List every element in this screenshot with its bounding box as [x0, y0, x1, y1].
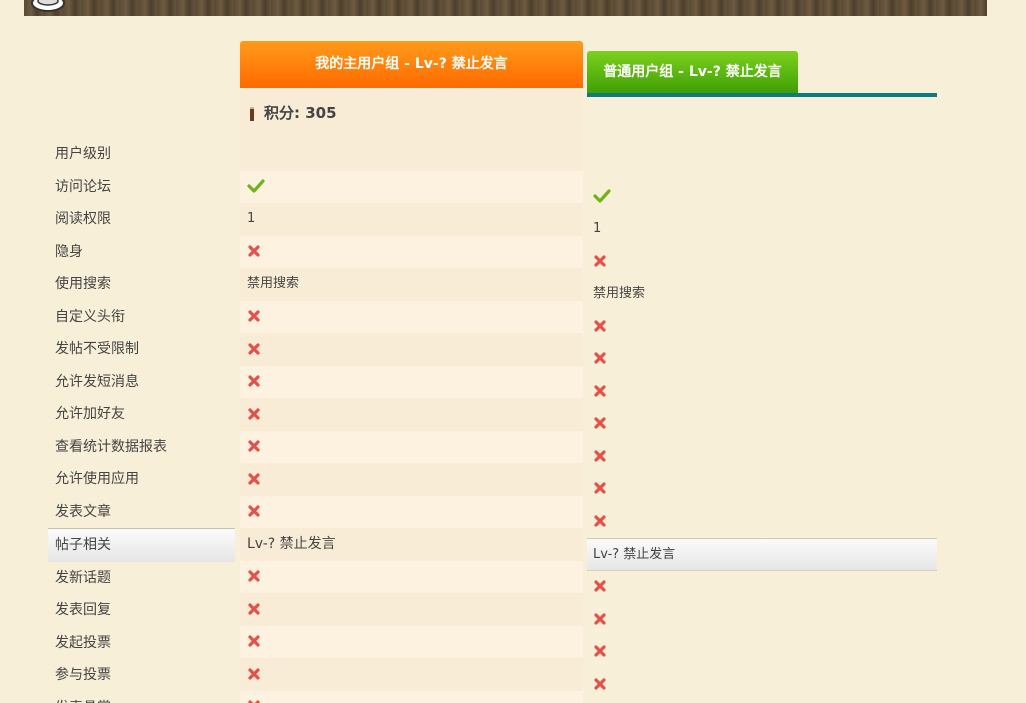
permission-label: 发表悬赏	[48, 692, 235, 703]
compare-value-cell	[587, 505, 937, 538]
tab-compare-group[interactable]: 普通用户组 - Lv-? 禁止发言	[587, 51, 798, 93]
my-value-cell	[240, 300, 583, 333]
section-label[interactable]: 帖子相关	[48, 528, 235, 562]
tab-my-group[interactable]: 我的主用户组 - Lv-? 禁止发言	[240, 41, 583, 88]
my-value-cell	[240, 365, 583, 398]
tab-underline	[587, 93, 937, 97]
check-icon	[593, 188, 611, 203]
cell-text: Lv-? 禁止发言	[593, 546, 676, 562]
compare-value-cell: 禁用搜索	[587, 278, 937, 311]
compare-value-cell	[587, 408, 937, 441]
cross-icon	[594, 319, 606, 332]
usergroup-page: 用户级别访问论坛阅读权限隐身使用搜索自定义头衔发帖不受限制 允许发短消息 允许加好友…	[0, 0, 1026, 703]
cross-icon	[248, 505, 260, 517]
my-value-cell	[240, 495, 583, 528]
my-value-cell	[240, 170, 583, 203]
cross-icon	[594, 612, 606, 625]
credits-row: 积分: 305	[240, 88, 583, 138]
cross-icon	[594, 580, 606, 592]
compare-value-cell	[587, 310, 937, 343]
compare-value-cell	[587, 375, 937, 408]
my-group-values: 1 禁用搜索 Lv-? 禁止发言	[240, 138, 583, 703]
cross-icon	[594, 417, 606, 429]
permission-labels: 用户级别访问论坛阅读权限隐身使用搜索自定义头衔发帖不受限制 允许发短消息 允许加好友…	[48, 138, 235, 703]
compare-value-cell	[587, 440, 937, 473]
cross-icon	[594, 352, 606, 364]
my-value-cell	[240, 593, 583, 626]
permission-label: 允许加好友	[55, 406, 125, 422]
my-value-cell	[240, 463, 583, 496]
cross-icon	[594, 449, 606, 462]
my-value-cell	[240, 625, 583, 658]
compare-group-values: 1 禁用搜索 Lv-? 禁止发言	[587, 180, 937, 701]
cross-icon	[594, 384, 606, 397]
permission-label: 查看统计数据报表	[55, 438, 167, 455]
cross-icon	[248, 635, 260, 647]
cell-text: 禁用搜索	[247, 276, 300, 291]
compare-value-cell	[587, 571, 937, 604]
cross-icon	[248, 602, 260, 615]
cross-icon	[594, 514, 606, 527]
cross-icon	[248, 472, 260, 485]
cross-icon	[248, 245, 260, 257]
my-value-cell	[240, 690, 583, 703]
permission-label: 发起投票	[55, 634, 111, 651]
cross-icon	[248, 440, 260, 452]
my-value-cell	[240, 138, 583, 171]
compare-group-header: 普通用户组 - Lv-? 禁止发言	[587, 51, 937, 97]
my-value-cell	[240, 560, 583, 593]
logo-icon[interactable]	[28, 0, 68, 12]
credits-label: 积分: 305	[264, 104, 337, 122]
compare-value-cell	[587, 636, 937, 669]
cross-icon	[594, 677, 606, 690]
my-value-cell	[240, 235, 583, 268]
cross-icon	[248, 570, 260, 582]
my-value-cell: 禁用搜索	[240, 268, 583, 301]
cross-icon	[248, 310, 260, 322]
cell-text: 禁用搜索	[593, 285, 646, 301]
permission-label: 发表回复	[55, 602, 111, 618]
compare-value-cell: Lv-? 禁止发言	[587, 537, 937, 571]
cross-icon	[594, 254, 606, 267]
permission-label: 发表文章	[55, 503, 111, 520]
my-value-cell	[240, 398, 583, 431]
cross-icon	[248, 342, 260, 355]
check-icon	[247, 179, 265, 193]
cross-icon	[248, 375, 260, 387]
permission-label: 发新话题	[55, 569, 111, 586]
compare-value-cell: 1	[587, 213, 937, 246]
cross-icon	[248, 700, 260, 703]
permission-label: 阅读权限	[55, 211, 111, 227]
cross-icon	[594, 645, 606, 657]
top-banner	[24, 0, 987, 16]
my-value-cell: Lv-? 禁止发言	[240, 528, 583, 561]
permission-label: 参与投票	[55, 667, 111, 683]
permission-label: 访问论坛	[55, 178, 111, 195]
permission-label: 自定义头衔	[55, 308, 125, 325]
permission-label: 发帖不受限制	[55, 341, 139, 357]
permission-label: 允许发短消息	[55, 373, 139, 390]
permission-label: 隐身	[55, 243, 83, 260]
permission-label: 使用搜索	[55, 276, 111, 292]
credits-bar-icon	[250, 107, 254, 121]
my-value-cell: 1	[240, 203, 583, 236]
cell-text: Lv-? 禁止发言	[247, 536, 336, 552]
permission-label: 用户级别	[55, 146, 111, 162]
compare-value-cell	[587, 668, 937, 701]
compare-value-cell	[587, 180, 937, 213]
compare-value-cell	[587, 473, 937, 506]
permission-label: 允许使用应用	[55, 471, 139, 487]
cell-text: 1	[247, 211, 256, 226]
my-group-column: 我的主用户组 - Lv-? 禁止发言 积分: 305 1 禁用搜索 Lv-? 禁止发…	[240, 41, 583, 703]
cell-text: 1	[593, 220, 602, 236]
cross-icon	[248, 667, 260, 680]
compare-value-cell	[587, 245, 937, 278]
compare-value-cell	[587, 603, 937, 636]
compare-value-cell	[587, 343, 937, 376]
my-value-cell	[240, 333, 583, 366]
cross-icon	[248, 407, 260, 420]
my-value-cell	[240, 430, 583, 463]
my-value-cell	[240, 658, 583, 691]
cross-icon	[594, 482, 606, 494]
